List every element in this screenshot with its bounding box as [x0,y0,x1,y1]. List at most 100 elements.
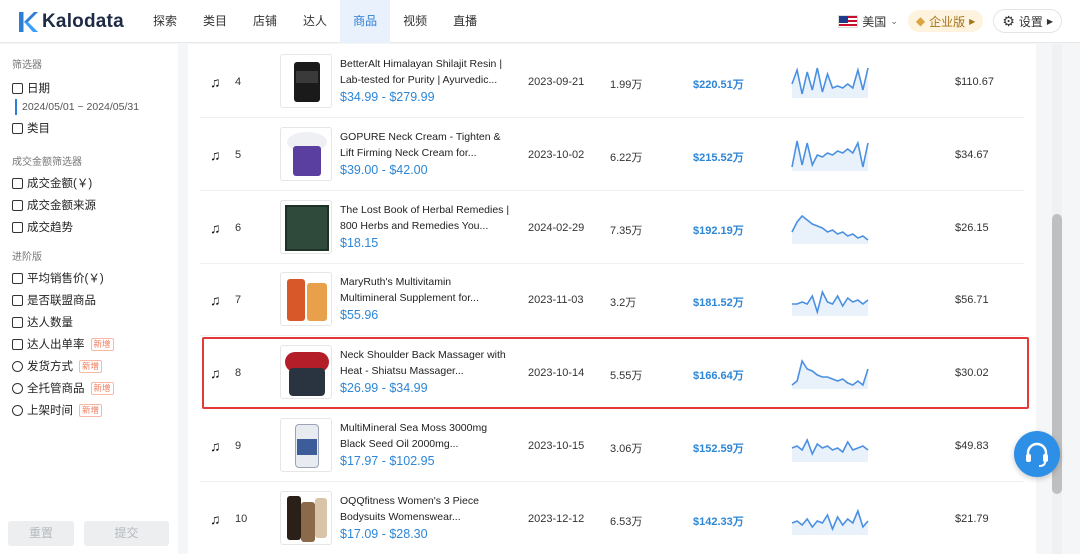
sparkline-area [792,440,868,462]
trend-sparkline[interactable] [790,64,870,100]
rank-number: 4 [235,76,242,88]
product-thumbnail[interactable] [280,127,332,181]
product-price: $34.99 - $279.99 [340,90,435,104]
advanced-filter-item[interactable]: 全托管商品 新增 [0,377,178,399]
product-thumbnail[interactable] [280,491,332,545]
launch-date: 2023-10-02 [528,149,585,161]
advanced-filter-list: 平均销售价(￥) 是否联盟商品 达人数量 达人出单率 新增 发货方式 新增 全托管商品 新增 上架… [0,267,178,421]
product-price: $55.96 [340,308,379,322]
sidebar-footer: 重置 提交 [8,521,169,546]
product-thumbnail[interactable] [280,54,332,108]
gmv-value: $142.33万 [693,516,744,528]
us-flag-icon [838,14,859,28]
product-price: $18.15 [340,236,379,250]
kalodata-logo-icon [19,12,38,32]
date-filter-label: 日期 [27,83,50,95]
advanced-filter-item[interactable]: 平均销售价(￥) [0,267,178,289]
nav-item[interactable]: 商品 [340,0,391,43]
kalodata-logo[interactable]: Kalodata [18,9,124,35]
advanced-filter-label: 达人数量 [27,317,73,329]
vertical-scrollbar[interactable] [1052,44,1062,554]
filter-icon [12,294,23,306]
table-row[interactable]: ♫ 4 BetterAlt Himalayan Shilajit Resin | L… [200,46,1024,118]
new-badge: 新增 [79,403,103,417]
sparkline-area [792,292,868,316]
nav-item[interactable]: 视频 [390,0,440,43]
filter-icon [12,177,23,189]
filter-icon [12,382,23,394]
nav-item[interactable]: 达人 [290,0,340,43]
grid-icon [12,122,23,134]
trend-sparkline[interactable] [790,137,870,173]
product-name[interactable]: MultiMineral Sea Moss 3000mg Black Seed … [340,420,510,452]
tiktok-icon: ♫ [210,292,221,308]
gmv-filter-label: 成交金额(￥) [27,178,93,190]
trend-sparkline[interactable] [790,428,870,464]
enterprise-badge[interactable]: ◆ 企业版 ▶ [907,10,984,32]
caret-right-icon: ▶ [1046,16,1053,26]
reset-button[interactable]: 重置 [8,521,74,546]
diamond-icon: ◆ [915,14,926,28]
tiktok-icon: ♫ [210,438,221,454]
product-thumbnail[interactable] [280,418,332,472]
launch-date: 2023-12-12 [528,513,585,525]
tiktok-icon: ♫ [210,74,221,90]
submit-button[interactable]: 提交 [84,521,169,546]
average-price: $49.83 [955,440,989,452]
nav-item[interactable]: 直播 [440,0,490,43]
nav-item[interactable]: 探索 [140,0,190,43]
product-price: $39.00 - $42.00 [340,163,428,177]
gmv-filter-list: 成交金额(￥) 成交金额来源成交趋势 [0,172,178,238]
trend-sparkline[interactable] [790,210,870,246]
sales-volume: 1.99万 [610,79,643,91]
gmv-value: $181.52万 [693,297,744,309]
advanced-filter-label: 全托管商品 [27,383,85,395]
average-price: $26.15 [955,222,989,234]
product-name[interactable]: The Lost Book of Herbal Remedies | 800 H… [340,202,510,234]
advanced-filter-item[interactable]: 达人出单率 新增 [0,333,178,355]
trend-sparkline[interactable] [790,501,870,537]
sales-volume: 6.22万 [610,152,643,164]
launch-date: 2023-11-03 [528,294,584,306]
product-name[interactable]: OQQfitness Women's 3 Piece Bodysuits Wom… [340,493,510,525]
category-filter[interactable]: 类目 [0,117,178,139]
table-row[interactable]: ♫ 5 GOPURE Neck Cream - Tighten & Lift Fir… [200,119,1024,191]
table-row[interactable]: ♫ 10 OQQfitness Women's 3 Piece Bodysuits … [200,483,1024,554]
advanced-section-title: 进阶版 [12,252,42,263]
advanced-filter-item[interactable]: 达人数量 [0,311,178,333]
customer-support-button[interactable] [1014,431,1060,477]
sales-volume: 6.53万 [610,516,643,528]
nav-item[interactable]: 类目 [190,0,240,43]
country-selector[interactable]: 美国 ⌄ [838,13,898,30]
product-name[interactable]: BetterAlt Himalayan Shilajit Resin | Lab… [340,56,510,88]
filter-sidebar: 筛选器 日期 2024/05/01 ~ 2024/05/31 类目 成交金额筛选… [0,44,178,554]
launch-date: 2024-02-29 [528,222,585,234]
product-thumbnail[interactable] [280,200,332,254]
gmv-filter-item[interactable]: 成交趋势 [0,216,178,238]
product-ranking-table: ♫ 4 BetterAlt Himalayan Shilajit Resin | L… [188,44,1036,554]
sales-volume: 7.35万 [610,225,643,237]
date-range-value[interactable]: 2024/05/01 ~ 2024/05/31 [15,99,178,115]
average-price: $56.71 [955,294,989,306]
gmv-filter-item[interactable]: 成交金额(￥) [0,172,178,194]
nav-item[interactable]: 店铺 [240,0,290,43]
caret-right-icon: ▶ [969,16,976,26]
new-badge: 新增 [79,359,103,373]
advanced-filter-item[interactable]: 是否联盟商品 [0,289,178,311]
trend-sparkline[interactable] [790,282,870,318]
table-row[interactable]: ♫ 6 The Lost Book of Herbal Remedies | 800… [200,192,1024,264]
product-thumbnail[interactable] [280,272,332,326]
product-name[interactable]: GOPURE Neck Cream - Tighten & Lift Firmi… [340,129,510,161]
advanced-filter-item[interactable]: 上架时间 新增 [0,399,178,421]
table-row[interactable]: ♫ 9 MultiMineral Sea Moss 3000mg Black See… [200,410,1024,482]
settings-button[interactable]: ⚙ 设置 ▶ [993,9,1062,33]
gmv-filter-label: 成交趋势 [27,222,73,234]
date-filter[interactable]: 日期 [0,77,178,99]
product-name[interactable]: MaryRuth's Multivitamin Multimineral Sup… [340,274,510,306]
advanced-filter-item[interactable]: 发货方式 新增 [0,355,178,377]
advanced-filter-label: 是否联盟商品 [27,295,96,307]
gmv-filter-item[interactable]: 成交金额来源 [0,194,178,216]
filter-icon [12,221,23,233]
filter-section-title: 筛选器 [12,60,42,71]
table-row[interactable]: ♫ 7 MaryRuth's Multivitamin Multimineral S… [200,264,1024,336]
